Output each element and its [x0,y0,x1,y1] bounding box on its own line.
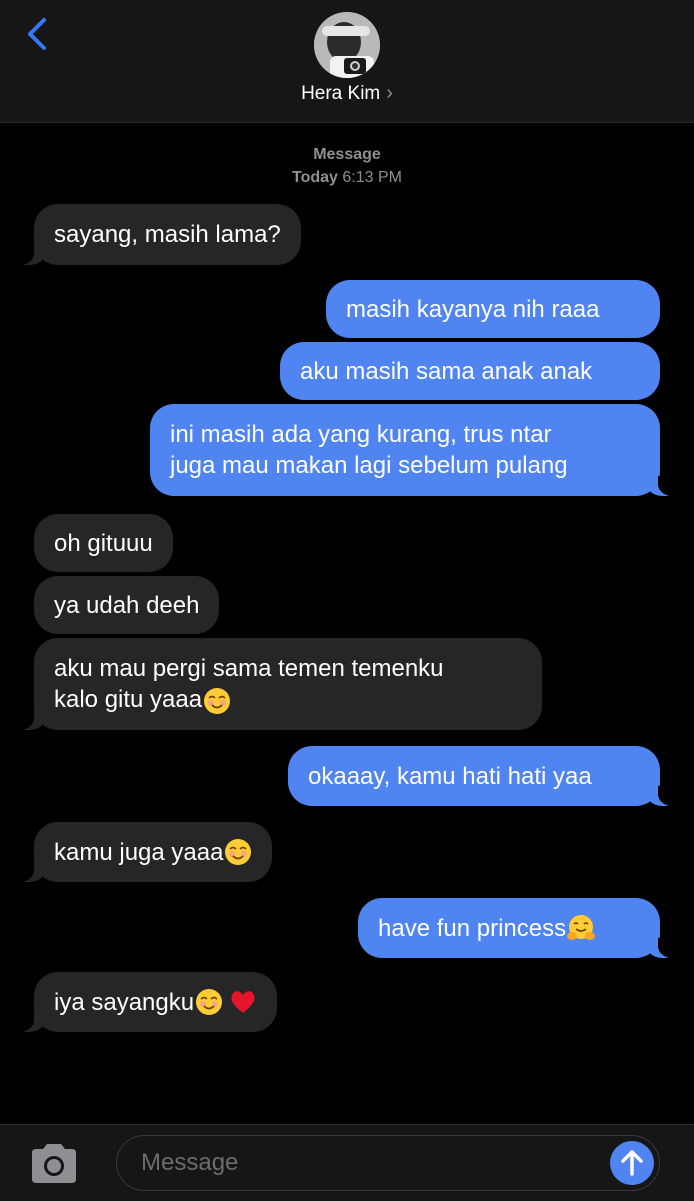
message-text: kamu juga yaaa [54,838,224,866]
hugging-face-emoji [567,915,596,940]
received-message-bubble[interactable]: aku mau pergi sama temen temenku kalo gi… [34,638,542,730]
bubble-tail [646,786,682,806]
message-text: oh gituuu [54,529,153,557]
chevron-right-icon: › [386,82,393,104]
bubble-tail [10,710,46,730]
message-text-line: aku mau pergi sama temen temenku [54,655,444,682]
back-button[interactable] [22,14,58,54]
message-text: ya udah deeh [54,591,200,619]
red-heart-emoji [231,991,255,1013]
conversation-header: Hera Kim › [0,0,694,123]
message-input[interactable]: Message [116,1135,660,1191]
send-arrow-icon [621,1150,643,1176]
message-text-line: kalo gitu yaaa [54,686,203,713]
contact-avatar[interactable] [314,12,380,78]
bubble-tail [10,862,46,882]
message-input-placeholder: Message [141,1149,239,1176]
sent-message-bubble[interactable]: ini masih ada yang kurang, trus ntar jug… [150,404,660,496]
sent-message-bubble[interactable]: have fun princess [358,898,660,958]
message-text: iya sayangku [54,988,195,1016]
message-text: okaaay, kamu hati hati yaa [308,762,592,790]
message-text: sayang, masih lama? [54,221,281,248]
received-message-bubble[interactable]: iya sayangku [34,972,278,1032]
bubble-tail [10,245,46,265]
bubble-tail [10,1012,46,1032]
day-label: Today [292,169,338,186]
message-text-line: juga mau makan lagi sebelum pulang [170,452,568,479]
sent-message-bubble[interactable]: masih kayanya nih raaa [326,280,660,338]
time-label: 6:13 PM [342,169,402,186]
camera-icon[interactable] [28,1141,80,1185]
received-message-bubble[interactable]: ya udah deeh [34,576,220,634]
thread-timestamp: Message Today 6:13 PM [0,143,694,189]
received-message-bubble[interactable]: oh gituuu [34,514,173,572]
bubble-tail [646,476,682,496]
message-text: aku masih sama anak anak [300,357,593,385]
smiling-face-emoji [204,687,231,714]
contact-name: Hera Kim [301,83,381,104]
message-text: have fun princess [378,914,567,942]
received-message-bubble[interactable]: sayang, masih lama? [34,204,301,265]
smiling-face-emoji [225,839,252,865]
chevron-left-icon [28,18,46,50]
compose-bar: Message [0,1124,694,1201]
sent-message-bubble[interactable]: aku masih sama anak anak [280,342,660,400]
send-button[interactable] [610,1141,654,1185]
sent-message-bubble[interactable]: okaaay, kamu hati hati yaa [288,746,660,806]
message-text-line: ini masih ada yang kurang, trus ntar [170,421,552,448]
smiling-face-emoji [196,989,223,1015]
service-label: Message [313,146,381,163]
avatar-photo [314,12,380,78]
contact-name-button[interactable]: Hera Kim › [0,80,694,107]
received-message-bubble[interactable]: kamu juga yaaa [34,822,273,882]
bubble-tail [646,938,682,958]
message-text: masih kayanya nih raaa [346,295,600,323]
